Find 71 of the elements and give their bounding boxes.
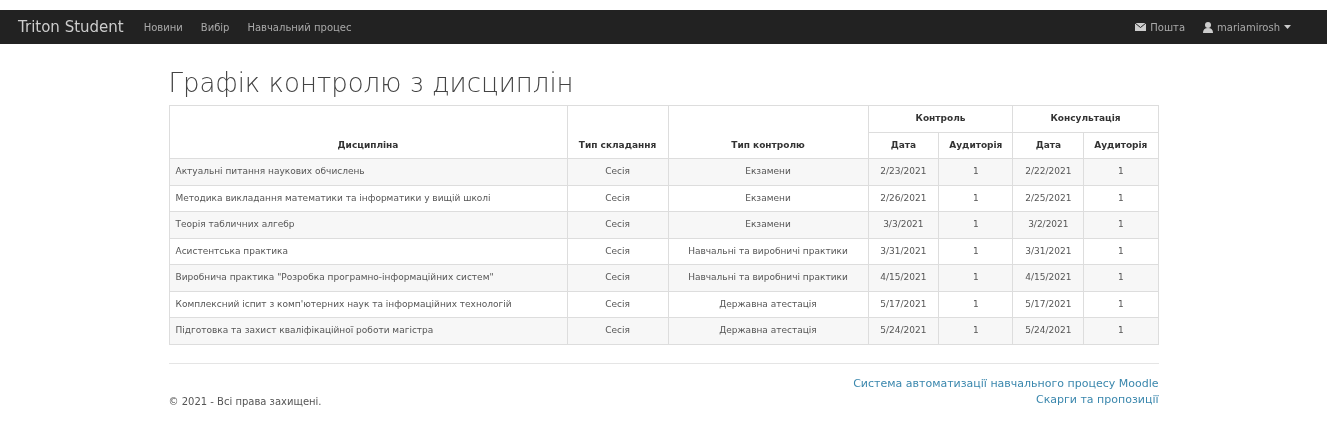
table-cell: 1 [1083, 185, 1158, 212]
copyright-text: © 2021 - Всі права захищені. [168, 394, 322, 409]
column-header: Аудиторія [1083, 132, 1158, 159]
table-cell: 1 [1083, 291, 1158, 318]
table-cell: 3/3/2021 [868, 211, 939, 239]
table-cell: 2/23/2021 [868, 158, 939, 186]
column-header: Дата [1013, 132, 1084, 159]
page-title: Графік контролю з дисциплін [168, 68, 575, 100]
table-cell: 4/15/2021 [868, 264, 939, 292]
table-cell: Державна атестація [668, 317, 868, 345]
table-cell: 1 [1083, 211, 1158, 239]
column-header: Аудиторія [938, 132, 1013, 159]
table-cell: 1 [1083, 158, 1158, 186]
table-cell: 4/15/2021 [1013, 264, 1084, 292]
table-cell: 5/24/2021 [868, 317, 939, 345]
table-cell: Екзамени [668, 185, 868, 212]
table-cell: Екзамени [668, 211, 868, 239]
user-menu[interactable]: mariamirosh [1203, 19, 1291, 35]
nav-link[interactable]: Навчальний процес [247, 19, 352, 35]
table-cell: 2/26/2021 [868, 185, 939, 212]
table-cell: 5/17/2021 [868, 291, 939, 318]
table-cell: 1 [938, 264, 1013, 292]
column-header: Дата [868, 132, 939, 159]
column-header: Дисципліна [169, 105, 567, 159]
table-cell: Актуальні питання наукових обчислень [169, 158, 567, 186]
table-cell: Сесія [567, 291, 668, 318]
table-cell: 3/31/2021 [868, 238, 939, 265]
caret-icon [1284, 25, 1291, 29]
mail-link[interactable]: Пошта [1135, 19, 1186, 35]
table-cell: Державна атестація [668, 291, 868, 318]
table-cell: Методика викладання математики та інформатики у вищій школі [169, 185, 567, 212]
table-cell: 2/25/2021 [1013, 185, 1084, 212]
table-cell: 1 [938, 211, 1013, 239]
table-cell: Сесія [567, 238, 668, 265]
group-header: Консультація [1013, 105, 1158, 133]
table-cell: Сесія [567, 211, 668, 239]
column-header: Тип контролю [668, 105, 868, 159]
table-cell: 3/2/2021 [1013, 211, 1084, 239]
brand-link[interactable]: Triton Student [18, 15, 124, 39]
table-cell: 1 [938, 317, 1013, 345]
table-cell: Теорія табличних алгебр [169, 211, 567, 239]
table-cell: 5/24/2021 [1013, 317, 1084, 345]
nav-link[interactable]: Новини [143, 19, 183, 35]
table-cell: Навчальні та виробничі практики [668, 264, 868, 292]
column-header: Тип складання [567, 105, 668, 159]
table-cell: 1 [938, 158, 1013, 186]
table-cell: 3/31/2021 [1013, 238, 1084, 265]
table-cell: 1 [1083, 238, 1158, 265]
table-cell: Сесія [567, 264, 668, 292]
table-cell: 1 [938, 185, 1013, 212]
mail-icon [1135, 23, 1147, 31]
user-icon [1203, 21, 1214, 33]
table-cell: Сесія [567, 317, 668, 345]
table-cell: 1 [938, 238, 1013, 265]
table-cell: 5/17/2021 [1013, 291, 1084, 318]
table-cell: Сесія [567, 185, 668, 212]
table-cell: Комплексний іспит з комп'ютерних наук та інформаційних технологій [169, 291, 567, 318]
table-cell: Виробнича практика "Розробка програмно-інформаційних систем" [169, 264, 567, 292]
group-header: Контроль [868, 105, 1013, 133]
table-cell: 1 [1083, 264, 1158, 292]
table-cell: 2/22/2021 [1013, 158, 1084, 186]
table-cell: Екзамени [668, 158, 868, 186]
table-cell: Сесія [567, 158, 668, 186]
footer-link[interactable]: Скарги та пропозиції [1035, 392, 1159, 409]
table-cell: 1 [1083, 317, 1158, 345]
table-cell: Навчальні та виробничі практики [668, 238, 868, 265]
table-cell: Підготовка та захист кваліфікаційної роботи магістра [169, 317, 567, 345]
table-cell: Асистентська практика [169, 238, 567, 265]
footer-link[interactable]: Система автоматизації навчального процесу Moodle [853, 375, 1159, 393]
nav-link[interactable]: Вибір [200, 19, 230, 35]
table-cell: 1 [938, 291, 1013, 318]
